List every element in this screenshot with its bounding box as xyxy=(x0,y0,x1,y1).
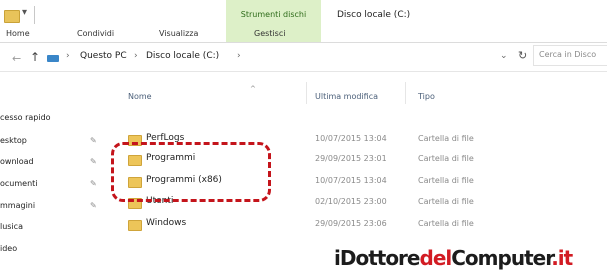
tab-gestisci[interactable]: Gestisci xyxy=(254,29,285,38)
nav-item-immagini[interactable]: mmagini xyxy=(0,201,35,210)
nav-item-documenti[interactable]: ocumenti xyxy=(0,179,38,188)
nav-item-download[interactable]: ownload xyxy=(0,157,34,166)
nav-item-video[interactable]: ideo xyxy=(0,244,17,253)
column-header-ultima-modifica[interactable]: Ultima modifica xyxy=(315,92,378,101)
folder-icon[interactable] xyxy=(4,10,20,23)
tab-visualizza[interactable]: Visualizza xyxy=(159,29,198,38)
watermark-part: iDottore xyxy=(334,246,420,270)
tab-condividi[interactable]: Condividi xyxy=(77,29,114,38)
tab-home[interactable]: Home xyxy=(6,29,30,38)
column-header-tipo[interactable]: Tipo xyxy=(418,92,435,101)
up-arrow-icon[interactable]: ↑ xyxy=(30,50,40,64)
refresh-icon[interactable]: ↻ xyxy=(518,49,527,62)
watermark-part: del xyxy=(419,246,453,270)
file-date: 29/09/2015 23:06 xyxy=(315,219,387,228)
tab-strumenti-dischi[interactable]: Strumenti dischi xyxy=(226,10,321,19)
nav-item-accesso-rapido[interactable]: cesso rapido xyxy=(0,113,51,122)
chevron-right-icon[interactable]: › xyxy=(66,51,70,61)
chevron-down-icon[interactable]: ⌄ xyxy=(500,51,508,61)
pin-icon[interactable]: ✎ xyxy=(90,201,97,210)
file-type: Cartella di file xyxy=(418,154,474,163)
divider xyxy=(34,6,35,24)
folder-icon xyxy=(128,220,142,231)
file-type: Cartella di file xyxy=(418,176,474,185)
file-name: Windows xyxy=(146,218,187,228)
breadcrumb-questo-pc[interactable]: Questo PC xyxy=(80,51,127,61)
chevron-right-icon[interactable]: › xyxy=(237,51,241,61)
window-title: Disco locale (C:) xyxy=(337,10,411,20)
pin-icon[interactable]: ✎ xyxy=(90,157,97,166)
watermark-part: .it xyxy=(551,246,573,270)
pin-icon[interactable]: ✎ xyxy=(90,179,97,188)
divider xyxy=(0,71,607,72)
file-date: 10/07/2015 13:04 xyxy=(315,176,387,185)
file-type: Cartella di file xyxy=(418,219,474,228)
pin-icon[interactable]: ✎ xyxy=(90,136,97,145)
nav-item-desktop[interactable]: esktop xyxy=(0,136,27,145)
column-divider[interactable] xyxy=(306,82,307,104)
column-header-nome[interactable]: Nome xyxy=(128,92,152,101)
watermark-part: Computer xyxy=(451,246,552,270)
breadcrumb-disco-locale[interactable]: Disco locale (C:) xyxy=(146,51,219,61)
chevron-right-icon[interactable]: › xyxy=(134,51,138,61)
sort-caret-icon: ^ xyxy=(250,85,256,93)
highlight-annotation xyxy=(111,142,271,202)
back-arrow-icon[interactable]: ← xyxy=(12,52,21,65)
file-date: 10/07/2015 13:04 xyxy=(315,134,387,143)
file-date: 29/09/2015 23:01 xyxy=(315,154,387,163)
file-type: Cartella di file xyxy=(418,197,474,206)
watermark: iDottoredelComputer.it xyxy=(334,246,573,270)
chevron-down-icon[interactable]: ▾ xyxy=(22,7,27,18)
file-date: 02/10/2015 23:00 xyxy=(315,197,387,206)
computer-icon xyxy=(47,55,59,62)
nav-item-musica[interactable]: lusica xyxy=(0,222,23,231)
file-type: Cartella di file xyxy=(418,134,474,143)
column-divider[interactable] xyxy=(405,82,406,104)
divider xyxy=(0,42,607,43)
search-placeholder: Cerca in Disco xyxy=(539,50,597,59)
